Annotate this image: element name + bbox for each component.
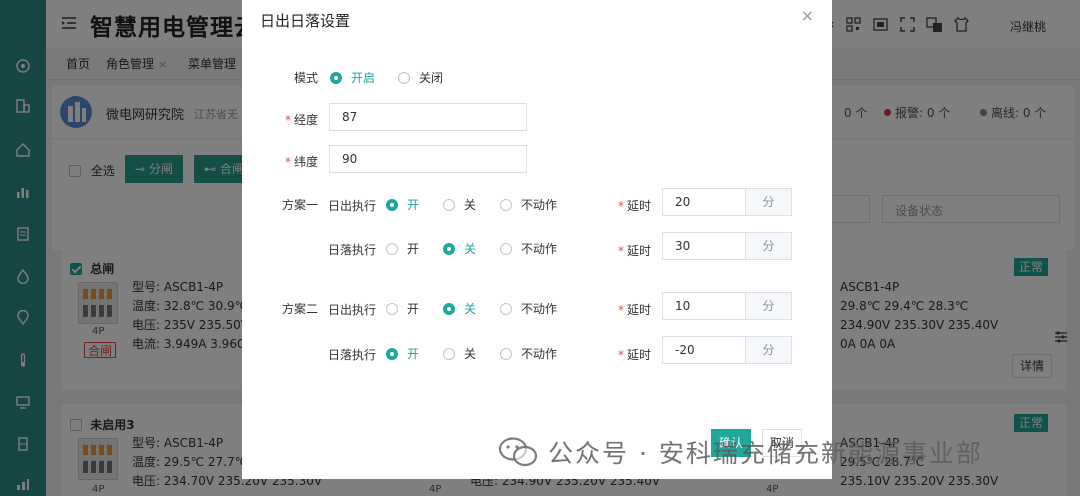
radio-icon (330, 72, 342, 84)
delay-label: * 延时 (618, 199, 652, 213)
wechat-logo-icon (498, 437, 538, 467)
sunset-label: 日落执行 (328, 243, 377, 257)
plan2-label: 方案二 (282, 302, 319, 316)
radio-icon (386, 243, 398, 255)
action-on-radio[interactable]: 开 (386, 300, 419, 317)
delay-input[interactable]: -20 分 (662, 336, 792, 364)
action-on-radio[interactable]: 开 (386, 345, 419, 362)
latitude-input[interactable]: 90 (329, 145, 527, 173)
action-off-radio[interactable]: 关 (443, 240, 476, 257)
watermark: 公众号 · 安科瑞充储充新能源事业部 (498, 432, 983, 472)
radio-icon (386, 303, 398, 315)
longitude-input[interactable]: 87 (329, 103, 527, 131)
sunrise-sunset-dialog: 日出日落设置 × 模式 开启 关闭 * 经度 87 * 纬度 90 方案一 方案二 … (242, 0, 832, 479)
delay-input[interactable]: 10 分 (662, 292, 792, 320)
radio-icon (500, 348, 512, 360)
radio-icon (500, 243, 512, 255)
radio-icon (386, 199, 398, 211)
action-on-radio[interactable]: 开 (386, 240, 419, 257)
delay-label: * 延时 (618, 244, 652, 258)
action-off-radio[interactable]: 关 (443, 196, 476, 213)
radio-icon (386, 348, 398, 360)
radio-icon (443, 243, 455, 255)
radio-icon (500, 303, 512, 315)
action-none-radio[interactable]: 不动作 (500, 240, 557, 257)
watermark-text: 公众号 · 安科瑞充储充新能源事业部 (548, 439, 983, 468)
sunrise-label: 日出执行 (328, 303, 377, 317)
sunrise-label: 日出执行 (328, 199, 377, 213)
latitude-label: * 纬度 (284, 155, 318, 169)
radio-icon (443, 303, 455, 315)
dialog-title: 日出日落设置 (260, 12, 351, 30)
delay-label: * 延时 (618, 348, 652, 362)
close-icon[interactable]: × (801, 6, 814, 25)
delay-input[interactable]: 20 分 (662, 188, 792, 216)
action-on-radio[interactable]: 开 (386, 196, 419, 213)
plan1-label: 方案一 (282, 198, 319, 212)
action-off-radio[interactable]: 关 (443, 345, 476, 362)
radio-icon (500, 199, 512, 211)
mode-on-radio[interactable]: 开启 (330, 69, 375, 86)
radio-icon (398, 72, 410, 84)
action-off-radio[interactable]: 关 (443, 300, 476, 317)
mode-off-radio[interactable]: 关闭 (398, 69, 443, 86)
delay-input[interactable]: 30 分 (662, 232, 792, 260)
action-none-radio[interactable]: 不动作 (500, 300, 557, 317)
radio-icon (443, 199, 455, 211)
radio-icon (443, 348, 455, 360)
action-none-radio[interactable]: 不动作 (500, 345, 557, 362)
action-none-radio[interactable]: 不动作 (500, 196, 557, 213)
longitude-label: * 经度 (284, 113, 318, 127)
delay-label: * 延时 (618, 303, 652, 317)
sunset-label: 日落执行 (328, 348, 377, 362)
mode-label: 模式 (293, 71, 318, 85)
